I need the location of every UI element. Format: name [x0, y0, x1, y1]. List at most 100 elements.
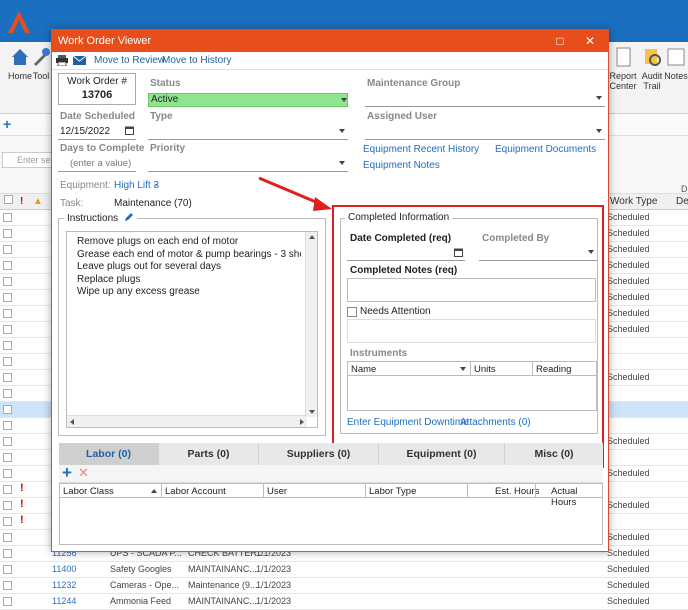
row-checkbox[interactable]: [3, 389, 12, 398]
equipment-link[interactable]: High Lift 3: [114, 180, 159, 191]
instruments-grid-header: Name Units Reading: [348, 362, 596, 376]
row-checkbox[interactable]: [3, 421, 12, 430]
add-labor-icon[interactable]: +: [62, 463, 72, 483]
ribbon-tools[interactable]: Tool: [30, 46, 52, 81]
instructions-horizontal-scrollbar[interactable]: [67, 415, 307, 427]
row-checkbox[interactable]: [3, 453, 12, 462]
equipment-recent-history-link[interactable]: Equipment Recent History: [363, 144, 479, 155]
type-label: Type: [150, 111, 173, 122]
row-checkbox[interactable]: [3, 469, 12, 478]
instruments-label: Instruments: [350, 348, 408, 359]
row-checkbox[interactable]: [3, 485, 12, 494]
tab-equipment[interactable]: Equipment (0): [379, 443, 505, 465]
tools-icon: [34, 48, 50, 66]
needs-attention-checkbox[interactable]: [347, 307, 357, 317]
enter-equipment-downtime-link[interactable]: Enter Equipment Downtime: [347, 417, 469, 428]
row-checkbox[interactable]: [3, 581, 12, 590]
row-checkbox[interactable]: [3, 373, 12, 382]
work-order-number: 13706: [81, 89, 113, 101]
calendar-icon[interactable]: [454, 248, 463, 257]
tab-parts[interactable]: Parts (0): [159, 443, 259, 465]
priority-dropdown[interactable]: [148, 155, 348, 172]
row-checkbox[interactable]: [3, 293, 12, 302]
move-to-history-button[interactable]: Move to History: [162, 55, 231, 66]
row-checkbox[interactable]: [3, 245, 12, 254]
row-checkbox[interactable]: [3, 357, 12, 366]
row-checkbox[interactable]: [3, 549, 12, 558]
email-icon[interactable]: [73, 55, 86, 66]
row-checkbox[interactable]: [3, 229, 12, 238]
chevron-down-icon: [588, 250, 594, 254]
chevron-down-icon: [339, 161, 345, 165]
row-checkbox[interactable]: [3, 533, 12, 542]
grid-select-all[interactable]: [4, 195, 13, 204]
status-dropdown[interactable]: Active: [148, 93, 348, 107]
table-row[interactable]: 11244 Ammonia Feed MAINTAINANC... 1/1/2023 S…: [0, 594, 688, 610]
column-user[interactable]: User: [267, 486, 287, 497]
edit-pencil-icon[interactable]: [124, 212, 134, 222]
needs-attention-input[interactable]: [347, 319, 596, 343]
chevron-down-icon: [339, 129, 345, 133]
scroll-left-icon[interactable]: [70, 419, 74, 425]
equipment-notes-link[interactable]: Equipment Notes: [363, 160, 440, 171]
delete-labor-icon[interactable]: ✕: [78, 465, 89, 481]
row-checkbox[interactable]: [3, 405, 12, 414]
date-scheduled-field[interactable]: 12/15/2022: [58, 123, 136, 140]
maximize-icon[interactable]: □: [546, 30, 574, 52]
row-checkbox[interactable]: [3, 565, 12, 574]
move-to-review-button[interactable]: Move to Review: [94, 55, 165, 66]
priority-icon: !: [20, 482, 24, 494]
column-labor-class[interactable]: Labor Class: [63, 486, 114, 497]
row-checkbox[interactable]: [3, 325, 12, 334]
row-checkbox[interactable]: [3, 437, 12, 446]
days-to-complete-input[interactable]: (enter a value): [58, 155, 136, 172]
sort-asc-icon[interactable]: [151, 489, 157, 493]
chevron-down-icon[interactable]: [460, 367, 466, 371]
assigned-user-dropdown[interactable]: [365, 123, 605, 140]
tab-suppliers[interactable]: Suppliers (0): [259, 443, 379, 465]
column-actual-hours[interactable]: Actual Hours: [551, 486, 602, 508]
column-units[interactable]: Units: [474, 364, 496, 375]
add-icon[interactable]: +: [3, 116, 11, 132]
scroll-down-icon[interactable]: [309, 410, 315, 414]
instructions-vertical-scrollbar[interactable]: [305, 232, 317, 417]
column-reading[interactable]: Reading: [536, 364, 571, 375]
work-order-viewer-dialog: Work Order Viewer □ ✕ Move to Review Mov…: [51, 29, 609, 552]
attachments-link[interactable]: Attachments (0): [460, 417, 531, 428]
chevron-down-icon[interactable]: [341, 98, 347, 102]
row-checkbox[interactable]: [3, 277, 12, 286]
completed-by-dropdown[interactable]: [479, 244, 597, 261]
row-checkbox[interactable]: [3, 261, 12, 270]
priority-icon: !: [20, 498, 24, 510]
ribbon-notes[interactable]: Notes: [664, 46, 688, 81]
column-labor-type[interactable]: Labor Type: [369, 486, 416, 497]
row-checkbox[interactable]: [3, 517, 12, 526]
scroll-right-icon[interactable]: [300, 419, 304, 425]
close-icon[interactable]: ✕: [576, 30, 604, 52]
column-name[interactable]: Name: [351, 364, 376, 375]
row-checkbox[interactable]: [3, 341, 12, 350]
print-icon[interactable]: [56, 55, 68, 66]
completed-notes-input[interactable]: [347, 278, 596, 302]
filter-input[interactable]: Enter se: [2, 152, 52, 168]
maintenance-group-dropdown[interactable]: [365, 90, 605, 107]
column-labor-account[interactable]: Labor Account: [165, 486, 226, 497]
tab-labor[interactable]: Labor (0): [59, 443, 159, 465]
row-checkbox[interactable]: [3, 597, 12, 606]
row-checkbox[interactable]: [3, 309, 12, 318]
equipment-documents-link[interactable]: Equipment Documents: [495, 144, 596, 155]
table-row[interactable]: 11400 Safety Googles MAINTAINANC... 1/1/202…: [0, 562, 688, 578]
completed-notes-label: Completed Notes (req): [350, 265, 458, 276]
row-checkbox[interactable]: [3, 213, 12, 222]
tab-misc[interactable]: Misc (0): [505, 443, 603, 465]
date-completed-field[interactable]: [347, 244, 465, 261]
row-checkbox[interactable]: [3, 501, 12, 510]
table-row[interactable]: 11232 Cameras - Ope... Maintenance (9... 1/…: [0, 578, 688, 594]
type-dropdown[interactable]: [148, 123, 348, 140]
calendar-icon[interactable]: [125, 126, 134, 135]
scroll-up-icon[interactable]: [309, 235, 315, 239]
dialog-titlebar: Work Order Viewer □ ✕: [52, 30, 608, 52]
date-completed-label: Date Completed (req): [350, 233, 452, 244]
instructions-textarea[interactable]: Remove plugs on each end of motor Grease …: [66, 231, 318, 428]
column-est-hours[interactable]: Est. Hours: [495, 486, 539, 497]
